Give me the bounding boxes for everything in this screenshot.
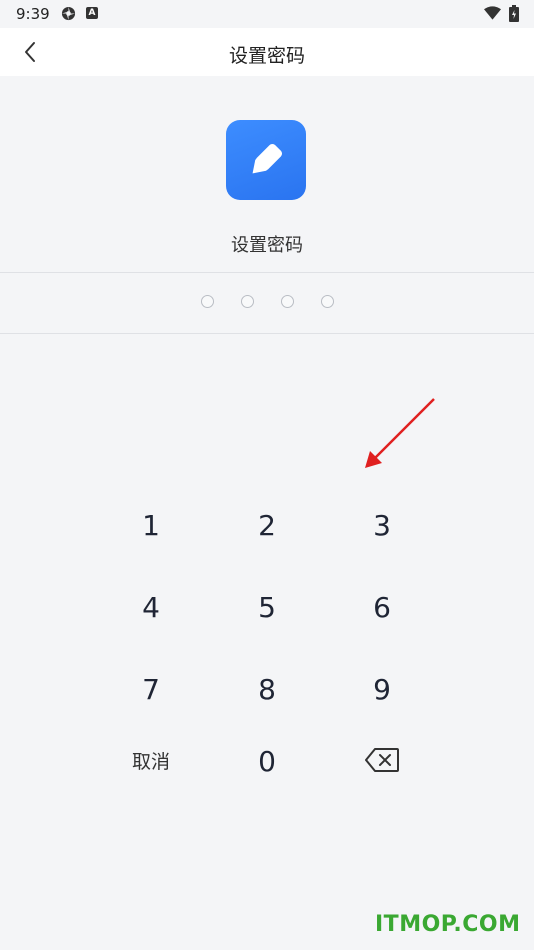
key-0[interactable]: 0 [217,731,317,791]
status-bar: 9:39 A [0,0,534,28]
pin-dot [280,295,294,308]
divider-bottom [0,333,534,334]
pin-dot [240,295,254,308]
notification-a-icon: A [86,7,98,19]
top-app-bar: 设置密码 [0,28,534,76]
pin-dot [320,295,334,308]
pin-indicator [0,295,534,311]
pencil-edit-icon [252,143,283,174]
key-7[interactable]: 7 [101,659,201,719]
key-6[interactable]: 6 [332,577,432,637]
key-3[interactable]: 3 [332,495,432,555]
app-icon [226,120,306,200]
cancel-button[interactable]: 取消 [101,730,201,790]
divider-top [0,272,534,273]
key-5[interactable]: 5 [217,577,317,637]
pin-dot [200,295,214,308]
settings-wheel-icon [61,6,76,21]
watermark: ITMOP.COM [375,912,521,937]
page-title: 设置密码 [228,45,305,67]
wifi-icon [484,6,501,20]
key-4[interactable]: 4 [101,577,201,637]
key-1[interactable]: 1 [101,495,201,555]
prompt-label: 设置密码 [231,235,303,256]
annotation-arrow-icon [365,398,435,468]
backspace-icon [365,748,399,772]
status-time: 9:39 [16,5,50,23]
key-8[interactable]: 8 [217,659,317,719]
key-9[interactable]: 9 [332,659,432,719]
delete-button[interactable] [332,730,432,790]
battery-icon [509,5,519,22]
key-2[interactable]: 2 [217,495,317,555]
